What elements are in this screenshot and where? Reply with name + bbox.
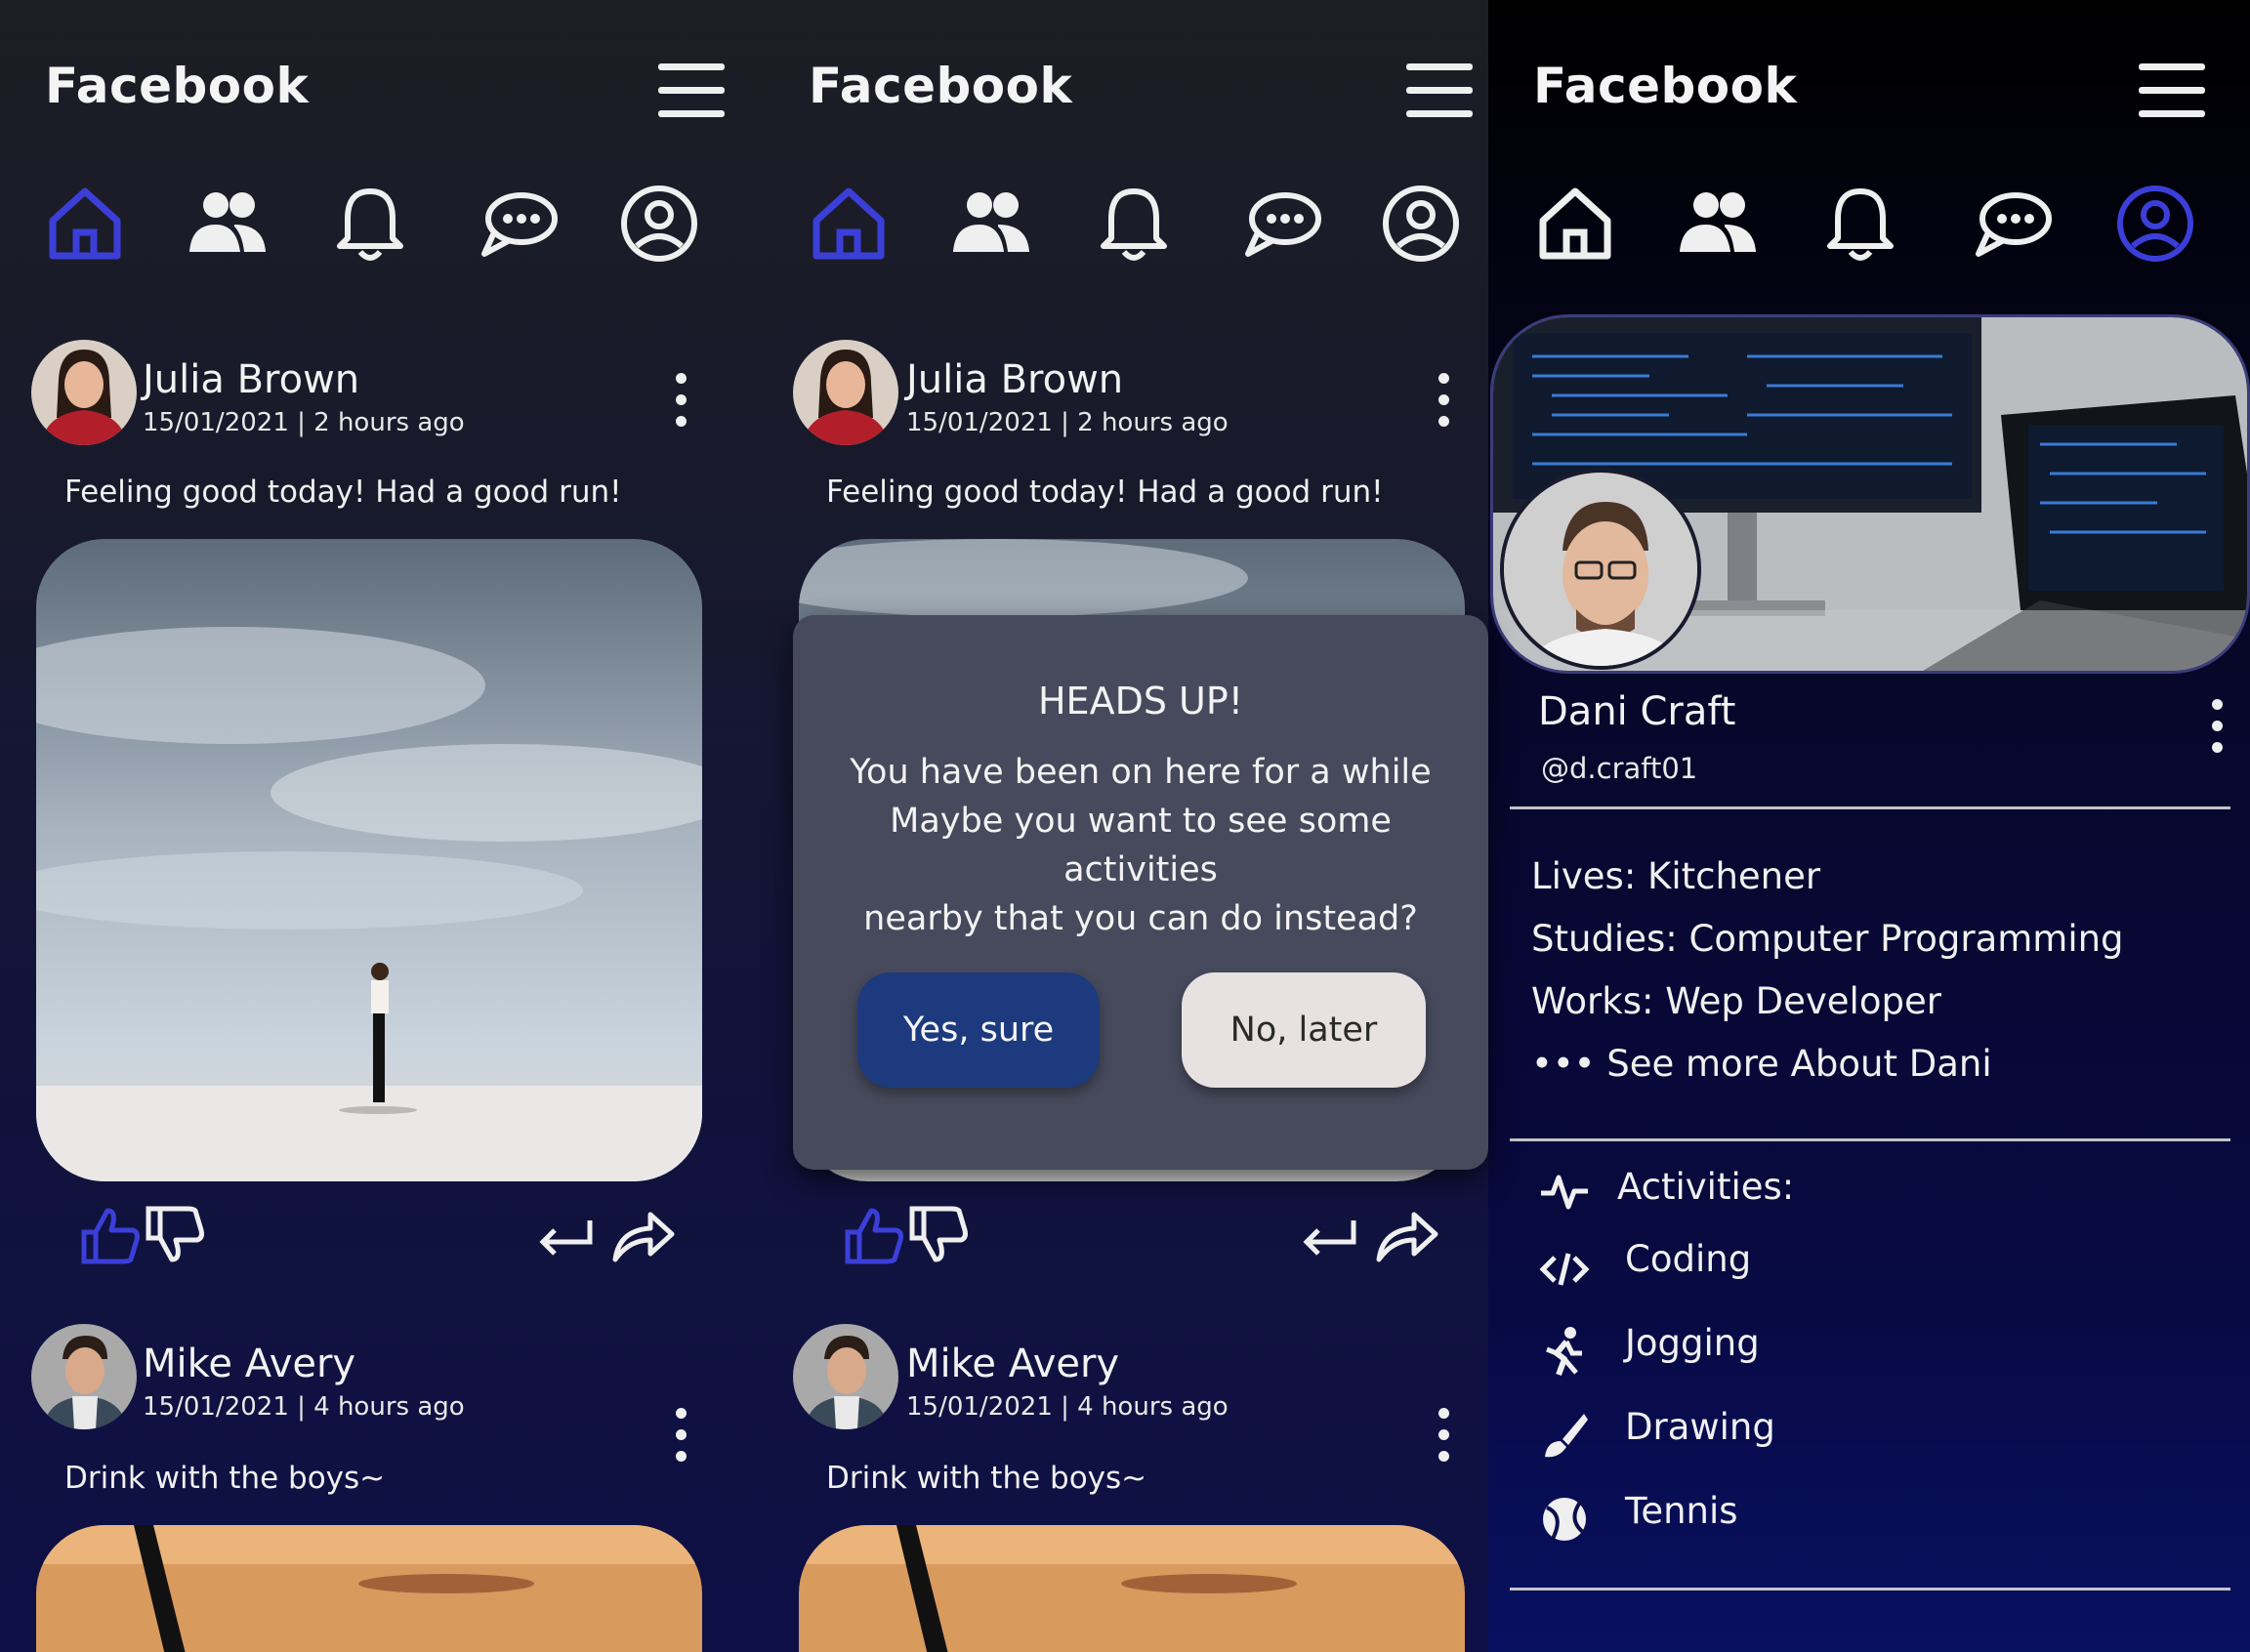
divider — [1510, 1138, 2230, 1141]
post-text: Feeling good today! Had a good run! — [826, 475, 1384, 510]
profile-avatar[interactable] — [1500, 469, 1701, 670]
bell-icon[interactable] — [328, 182, 412, 266]
activity-item-jogging[interactable]: Jogging — [1625, 1322, 1760, 1364]
friends-icon[interactable] — [186, 182, 270, 266]
profile-icon[interactable] — [617, 182, 701, 266]
post-author[interactable]: Mike Avery — [143, 1342, 355, 1386]
chat-icon[interactable] — [1240, 182, 1324, 266]
friends-icon[interactable] — [949, 182, 1033, 266]
chat-icon[interactable] — [1971, 182, 2055, 266]
post-timestamp: 15/01/2021 | 2 hours ago — [906, 408, 1229, 437]
modal-message-line: You have been on here for a while — [850, 753, 1432, 792]
code-icon — [1539, 1244, 1590, 1295]
more-options-icon[interactable] — [1436, 1408, 1451, 1463]
top-bar: Facebook — [762, 54, 1488, 132]
modal-message: You have been on here for a while Maybe … — [812, 748, 1469, 943]
divider — [1510, 806, 2230, 809]
modal-message-line: Maybe you want to see some activities — [890, 802, 1392, 889]
running-icon — [1539, 1326, 1590, 1377]
top-bar: Facebook — [0, 54, 762, 132]
dislike-icon[interactable] — [143, 1203, 207, 1267]
brand-logo[interactable]: Facebook — [45, 58, 309, 114]
activity-item-coding[interactable]: Coding — [1625, 1238, 1751, 1280]
avatar[interactable] — [31, 340, 137, 445]
chat-icon[interactable] — [477, 182, 561, 266]
menu-icon[interactable] — [1406, 63, 1473, 118]
reply-icon[interactable] — [1297, 1203, 1361, 1267]
home-icon[interactable] — [1533, 182, 1617, 266]
bell-icon[interactable] — [1818, 182, 1902, 266]
about-lives: Lives: Kitchener — [1531, 855, 1821, 897]
menu-icon[interactable] — [658, 63, 725, 118]
profile-more-options-icon[interactable] — [2209, 699, 2225, 754]
heads-up-modal: HEADS UP! You have been on here for a wh… — [793, 615, 1488, 1170]
home-icon[interactable] — [807, 182, 891, 266]
nav-bar — [0, 182, 762, 266]
friends-icon[interactable] — [1676, 182, 1760, 266]
modal-message-line: nearby that you can do instead? — [863, 899, 1418, 938]
profile-screen: Facebook — [1488, 0, 2250, 1652]
profile-name: Dani Craft — [1538, 689, 1736, 734]
more-options-icon[interactable] — [673, 1408, 688, 1463]
post-photo[interactable] — [36, 1525, 702, 1652]
feed-screen: Facebook Julia Brown 15/01/2021 | 2 hour… — [0, 0, 762, 1652]
post-author[interactable]: Julia Brown — [906, 357, 1123, 402]
post-photo[interactable] — [36, 539, 702, 1181]
post-photo[interactable] — [799, 1525, 1465, 1652]
activity-pulse-icon — [1539, 1166, 1590, 1217]
activity-item-tennis[interactable]: Tennis — [1625, 1490, 1738, 1532]
post-actions — [762, 1203, 1488, 1271]
more-options-icon[interactable] — [1436, 373, 1451, 428]
more-options-icon[interactable] — [673, 373, 688, 428]
share-icon[interactable] — [611, 1203, 676, 1267]
like-icon[interactable] — [842, 1203, 906, 1267]
post-author[interactable]: Mike Avery — [906, 1342, 1119, 1386]
post-text: Drink with the boys~ — [64, 1461, 386, 1496]
post-text: Drink with the boys~ — [826, 1461, 1147, 1496]
yes-sure-button[interactable]: Yes, sure — [857, 972, 1100, 1088]
brand-logo[interactable]: Facebook — [809, 58, 1072, 114]
dislike-icon[interactable] — [906, 1203, 971, 1267]
brush-icon — [1539, 1410, 1590, 1461]
share-icon[interactable] — [1375, 1203, 1439, 1267]
screens: Facebook Julia Brown 15/01/2021 | 2 hour… — [0, 0, 2250, 1652]
brand-logo[interactable]: Facebook — [1533, 58, 1797, 114]
post-timestamp: 15/01/2021 | 4 hours ago — [143, 1392, 465, 1422]
home-icon[interactable] — [43, 182, 127, 266]
post-timestamp: 15/01/2021 | 2 hours ago — [143, 408, 465, 437]
reply-icon[interactable] — [533, 1203, 598, 1267]
about-works: Works: Wep Developer — [1531, 980, 1941, 1022]
tennis-ball-icon — [1539, 1494, 1590, 1545]
nav-bar — [1488, 182, 2250, 266]
no-later-button[interactable]: No, later — [1182, 972, 1426, 1088]
modal-title: HEADS UP! — [1037, 680, 1243, 723]
bell-icon[interactable] — [1092, 182, 1176, 266]
top-bar: Facebook — [1488, 54, 2250, 132]
like-icon[interactable] — [78, 1203, 143, 1267]
activity-item-drawing[interactable]: Drawing — [1625, 1406, 1775, 1448]
avatar[interactable] — [793, 1324, 898, 1429]
menu-icon[interactable] — [2139, 63, 2205, 118]
avatar[interactable] — [793, 340, 898, 445]
nav-bar — [762, 182, 1488, 266]
activities-heading: Activities: — [1617, 1166, 1795, 1208]
avatar[interactable] — [31, 1324, 137, 1429]
post-author[interactable]: Julia Brown — [143, 357, 359, 402]
post-timestamp: 15/01/2021 | 4 hours ago — [906, 1392, 1229, 1422]
post-actions — [0, 1203, 762, 1271]
profile-handle: @d.craft01 — [1541, 752, 1698, 785]
post-text: Feeling good today! Had a good run! — [64, 475, 622, 510]
about-studies: Studies: Computer Programming — [1531, 918, 2124, 960]
divider — [1510, 1588, 2230, 1590]
see-more-about-link[interactable]: ••• See more About Dani — [1531, 1043, 1992, 1085]
profile-icon[interactable] — [1379, 182, 1463, 266]
profile-icon[interactable] — [2113, 182, 2197, 266]
